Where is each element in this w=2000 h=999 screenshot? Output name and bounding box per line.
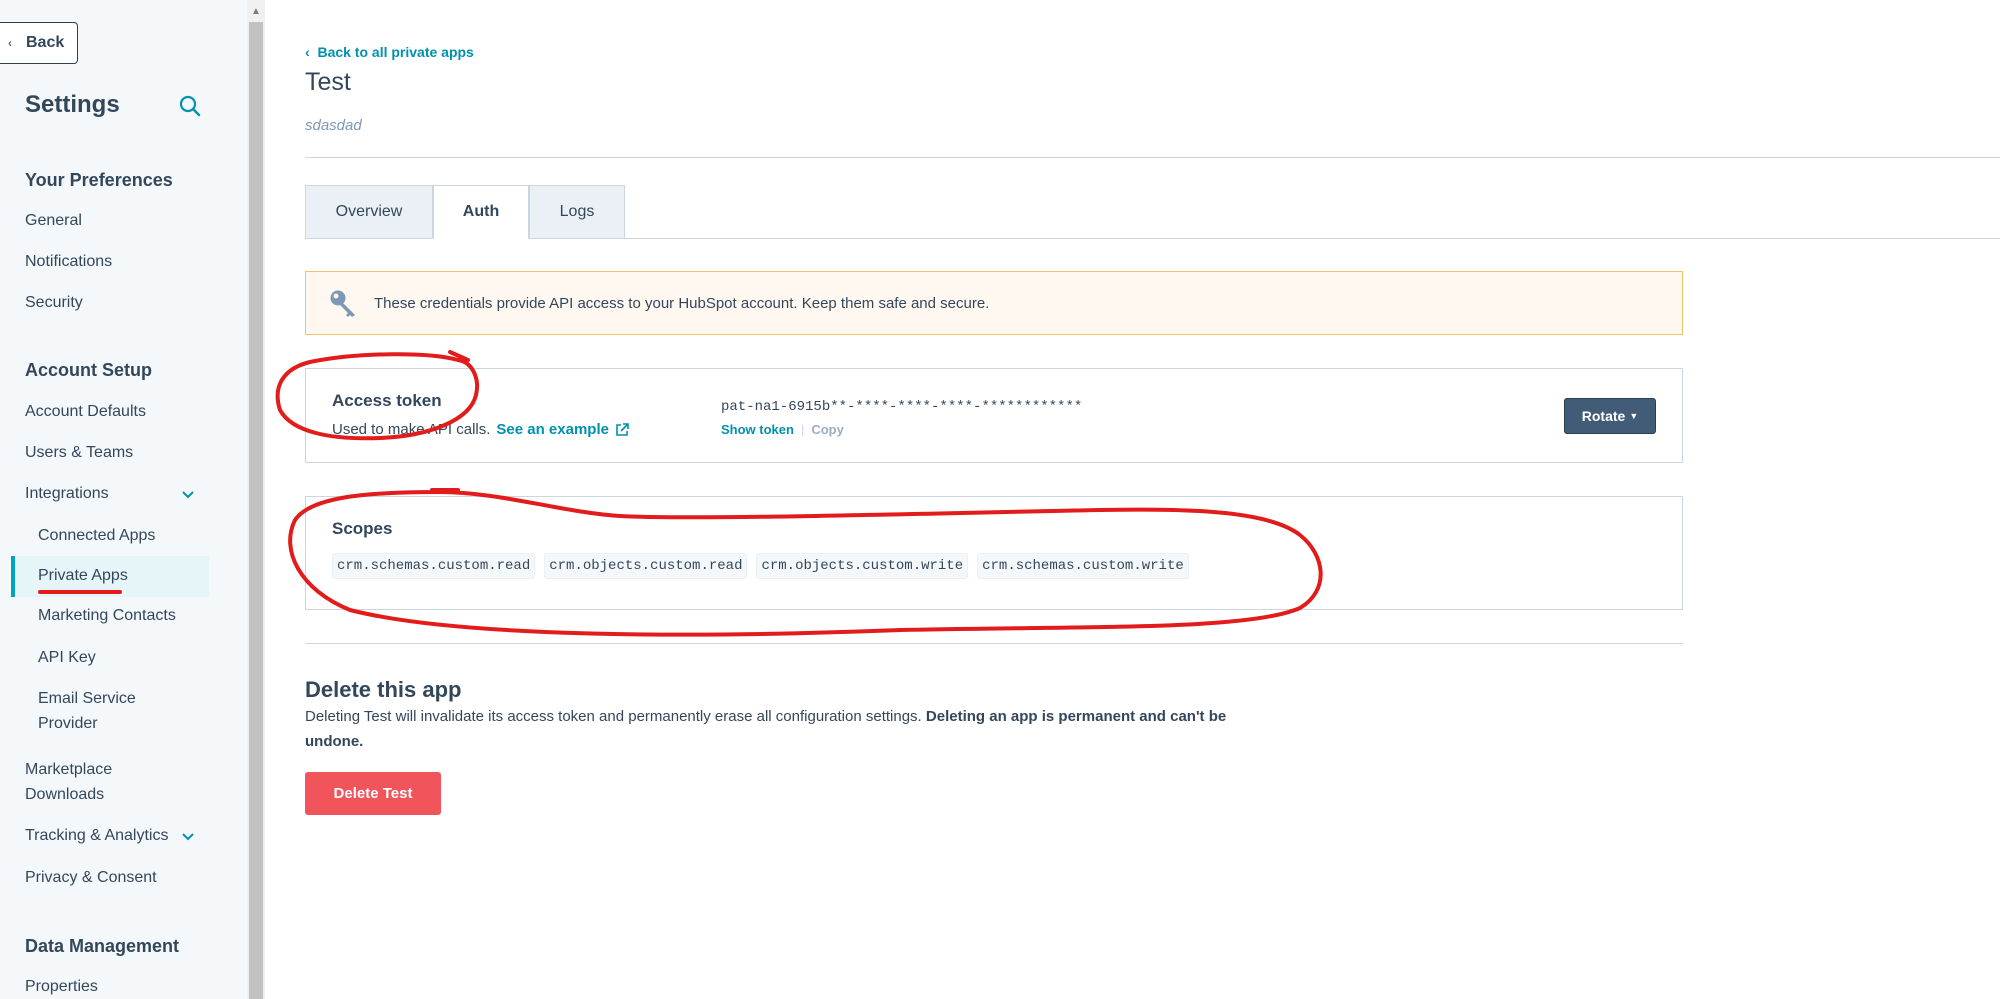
sidebar-item-marketplace-downloads-line2[interactable]: Downloads [25, 786, 104, 804]
scope-tag: crm.objects.custom.write [756, 553, 969, 579]
chevron-down-icon[interactable] [180, 487, 196, 503]
tab-overview[interactable]: Overview [305, 185, 433, 239]
tab-logs[interactable]: Logs [529, 185, 625, 239]
back-button-label: Back [26, 34, 65, 51]
sidebar-item-privacy-consent[interactable]: Privacy & Consent [25, 869, 157, 887]
divider [305, 157, 2000, 158]
sidebar-item-private-apps[interactable]: Private Apps [38, 567, 128, 585]
sidebar-item-marketplace-downloads-line1[interactable]: Marketplace [25, 761, 112, 779]
sidebar-title: Settings [25, 91, 120, 118]
scroll-up-arrow-icon[interactable]: ▲ [247, 0, 265, 22]
sidebar-item-properties[interactable]: Properties [25, 978, 98, 996]
search-icon[interactable] [178, 94, 202, 118]
access-token-description: Used to make API calls. [332, 421, 491, 438]
settings-sidebar: ‹ Back Settings Your Preferences General… [0, 0, 247, 999]
annotation-underline [38, 590, 122, 594]
access-token-description-row: Used to make API calls. See an example [332, 421, 629, 438]
sidebar-item-users-teams[interactable]: Users & Teams [25, 444, 133, 462]
access-token-card: Access token Used to make API calls. See… [305, 368, 1683, 463]
tabs-divider [625, 238, 2000, 239]
chevron-left-icon: ‹ [305, 44, 318, 60]
credentials-alert: These credentials provide API access to … [305, 271, 1683, 335]
section-data-management: Data Management [25, 936, 180, 956]
sidebar-item-integrations[interactable]: Integrations [25, 485, 109, 503]
scope-list: crm.schemas.custom.read crm.objects.cust… [332, 553, 1189, 579]
app-description: sdasdad [305, 117, 362, 134]
chevron-down-icon[interactable] [180, 829, 196, 845]
sidebar-item-security[interactable]: Security [25, 294, 83, 312]
scope-tag: crm.schemas.custom.write [977, 553, 1189, 579]
sidebar-item-connected-apps[interactable]: Connected Apps [38, 527, 155, 545]
tab-bar: Overview Auth Logs [305, 185, 625, 239]
rotate-button[interactable]: Rotate ▼ [1564, 398, 1656, 434]
sidebar-item-marketing-contacts[interactable]: Marketing Contacts [38, 607, 176, 625]
delete-text-plain: Deleting Test will invalidate its access… [305, 708, 922, 725]
back-to-private-apps-link[interactable]: ‹ Back to all private apps [305, 44, 474, 60]
token-value: pat-na1-6915b**-****-****-****-*********… [721, 399, 1083, 415]
scope-tag: crm.schemas.custom.read [332, 553, 536, 579]
divider [305, 643, 1683, 644]
see-example-link[interactable]: See an example [496, 421, 629, 438]
sidebar-item-tracking-analytics[interactable]: Tracking & Analytics [25, 827, 168, 845]
chevron-left-icon: ‹ [8, 36, 12, 50]
scopes-card: Scopes crm.schemas.custom.read crm.objec… [305, 496, 1683, 610]
main-content: ‹ Back to all private apps Test sdasdad … [265, 0, 2000, 999]
sidebar-item-email-service-provider-line2[interactable]: Provider [38, 715, 98, 733]
external-link-icon [616, 422, 629, 436]
token-actions: Show token | Copy [721, 422, 844, 437]
alert-text: These credentials provide API access to … [374, 294, 990, 312]
access-token-title: Access token [332, 391, 442, 410]
back-button[interactable]: ‹ Back [0, 22, 78, 64]
section-account-setup: Account Setup [25, 360, 153, 380]
sidebar-item-notifications[interactable]: Notifications [25, 253, 112, 271]
copy-link[interactable]: Copy [811, 422, 844, 437]
show-token-link[interactable]: Show token [721, 422, 794, 437]
back-link-label: Back to all private apps [317, 44, 474, 60]
sidebar-item-general[interactable]: General [25, 212, 82, 230]
separator: | [800, 422, 805, 437]
scopes-title: Scopes [332, 519, 393, 538]
scope-tag: crm.objects.custom.read [544, 553, 748, 579]
scrollbar-thumb[interactable] [249, 22, 263, 999]
sidebar-item-account-defaults[interactable]: Account Defaults [25, 403, 146, 421]
rotate-button-label: Rotate [1581, 408, 1626, 424]
sidebar-item-email-service-provider-line1[interactable]: Email Service [38, 690, 136, 708]
caret-down-icon: ▼ [1629, 411, 1639, 421]
section-your-preferences: Your Preferences [25, 170, 173, 190]
delete-section-title: Delete this app [305, 677, 462, 702]
sidebar-item-api-key[interactable]: API Key [38, 649, 96, 667]
page-title: Test [305, 68, 351, 96]
tab-auth[interactable]: Auth [433, 185, 529, 239]
delete-app-button[interactable]: Delete Test [305, 772, 441, 815]
delete-section-text: Deleting Test will invalidate its access… [305, 704, 1285, 754]
key-icon [330, 290, 355, 317]
sidebar-scrollbar[interactable]: ▲ [247, 0, 265, 999]
see-example-label: See an example [496, 421, 609, 438]
